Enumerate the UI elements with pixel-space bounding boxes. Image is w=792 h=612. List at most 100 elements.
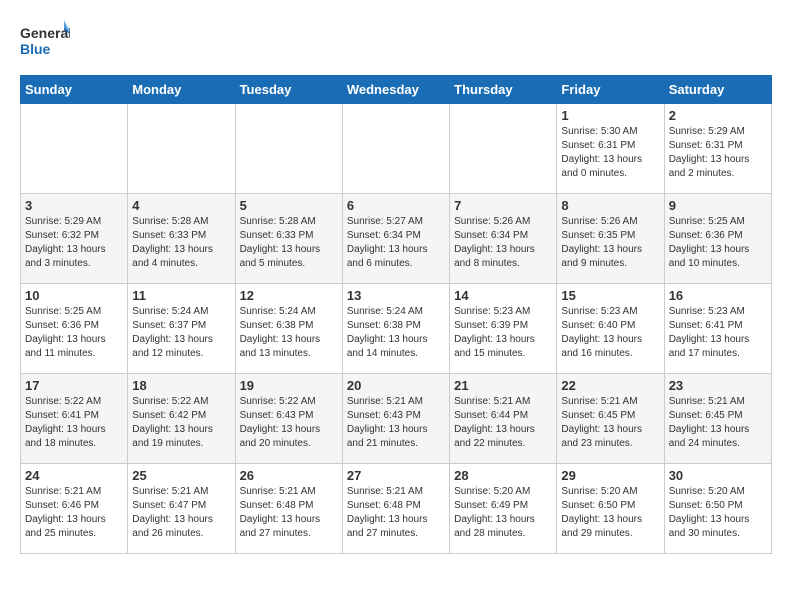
- day-info: Sunrise: 5:20 AMSunset: 6:50 PMDaylight:…: [561, 485, 659, 541]
- day-number: 19: [240, 378, 338, 393]
- weekday-header-tuesday: Tuesday: [235, 76, 342, 104]
- day-number: 2: [669, 108, 767, 123]
- page-header: General Blue: [20, 20, 772, 65]
- calendar-cell: 4 Sunrise: 5:28 AMSunset: 6:33 PMDaylight…: [128, 194, 235, 284]
- calendar-week-4: 17 Sunrise: 5:22 AMSunset: 6:41 PMDayligh…: [21, 374, 772, 464]
- calendar-cell: 20 Sunrise: 5:21 AMSunset: 6:43 PMDayligh…: [342, 374, 449, 464]
- day-info: Sunrise: 5:20 AMSunset: 6:50 PMDaylight:…: [669, 485, 767, 541]
- calendar-cell: [450, 104, 557, 194]
- day-info: Sunrise: 5:27 AMSunset: 6:34 PMDaylight:…: [347, 215, 445, 271]
- day-number: 15: [561, 288, 659, 303]
- day-number: 20: [347, 378, 445, 393]
- day-info: Sunrise: 5:24 AMSunset: 6:37 PMDaylight:…: [132, 305, 230, 361]
- calendar-cell: 12 Sunrise: 5:24 AMSunset: 6:38 PMDayligh…: [235, 284, 342, 374]
- day-info: Sunrise: 5:21 AMSunset: 6:48 PMDaylight:…: [347, 485, 445, 541]
- day-number: 13: [347, 288, 445, 303]
- calendar-cell: 7 Sunrise: 5:26 AMSunset: 6:34 PMDaylight…: [450, 194, 557, 284]
- day-number: 25: [132, 468, 230, 483]
- day-number: 14: [454, 288, 552, 303]
- calendar-cell: 28Sunrise: 5:20 AMSunset: 6:49 PMDayligh…: [450, 464, 557, 554]
- logo: General Blue: [20, 20, 70, 65]
- weekday-header-monday: Monday: [128, 76, 235, 104]
- calendar-cell: 16Sunrise: 5:23 AMSunset: 6:41 PMDayligh…: [664, 284, 771, 374]
- calendar-week-2: 3 Sunrise: 5:29 AMSunset: 6:32 PMDaylight…: [21, 194, 772, 284]
- calendar-week-1: 1 Sunrise: 5:30 AMSunset: 6:31 PMDaylight…: [21, 104, 772, 194]
- calendar-cell: 10 Sunrise: 5:25 AMSunset: 6:36 PMDayligh…: [21, 284, 128, 374]
- day-info: Sunrise: 5:21 AMSunset: 6:47 PMDaylight:…: [132, 485, 230, 541]
- weekday-header-sunday: Sunday: [21, 76, 128, 104]
- calendar-cell: 30 Sunrise: 5:20 AMSunset: 6:50 PMDayligh…: [664, 464, 771, 554]
- calendar-cell: [235, 104, 342, 194]
- calendar-cell: 1 Sunrise: 5:30 AMSunset: 6:31 PMDaylight…: [557, 104, 664, 194]
- day-info: Sunrise: 5:24 AMSunset: 6:38 PMDaylight:…: [240, 305, 338, 361]
- day-number: 5: [240, 198, 338, 213]
- calendar-cell: 11Sunrise: 5:24 AMSunset: 6:37 PMDayligh…: [128, 284, 235, 374]
- svg-text:Blue: Blue: [20, 41, 51, 57]
- calendar-cell: 19 Sunrise: 5:22 AMSunset: 6:43 PMDayligh…: [235, 374, 342, 464]
- calendar-cell: 13 Sunrise: 5:24 AMSunset: 6:38 PMDayligh…: [342, 284, 449, 374]
- day-number: 8: [561, 198, 659, 213]
- calendar-cell: 5Sunrise: 5:28 AMSunset: 6:33 PMDaylight…: [235, 194, 342, 284]
- weekday-header-thursday: Thursday: [450, 76, 557, 104]
- day-info: Sunrise: 5:26 AMSunset: 6:34 PMDaylight:…: [454, 215, 552, 271]
- calendar-cell: 2 Sunrise: 5:29 AMSunset: 6:31 PMDaylight…: [664, 104, 771, 194]
- calendar-cell: 24Sunrise: 5:21 AMSunset: 6:46 PMDayligh…: [21, 464, 128, 554]
- weekday-header-friday: Friday: [557, 76, 664, 104]
- day-info: Sunrise: 5:21 AMSunset: 6:45 PMDaylight:…: [561, 395, 659, 451]
- calendar-cell: 3 Sunrise: 5:29 AMSunset: 6:32 PMDaylight…: [21, 194, 128, 284]
- day-info: Sunrise: 5:30 AMSunset: 6:31 PMDaylight:…: [561, 125, 659, 181]
- day-number: 7: [454, 198, 552, 213]
- day-number: 21: [454, 378, 552, 393]
- day-number: 3: [25, 198, 123, 213]
- calendar-cell: [21, 104, 128, 194]
- day-number: 1: [561, 108, 659, 123]
- day-info: Sunrise: 5:29 AMSunset: 6:31 PMDaylight:…: [669, 125, 767, 181]
- day-number: 28: [454, 468, 552, 483]
- calendar-cell: 27 Sunrise: 5:21 AMSunset: 6:48 PMDayligh…: [342, 464, 449, 554]
- day-info: Sunrise: 5:21 AMSunset: 6:48 PMDaylight:…: [240, 485, 338, 541]
- calendar-cell: 23 Sunrise: 5:21 AMSunset: 6:45 PMDayligh…: [664, 374, 771, 464]
- day-info: Sunrise: 5:23 AMSunset: 6:40 PMDaylight:…: [561, 305, 659, 361]
- logo-svg: General Blue: [20, 20, 70, 65]
- calendar-cell: [128, 104, 235, 194]
- day-number: 9: [669, 198, 767, 213]
- calendar-table: SundayMondayTuesdayWednesdayThursdayFrid…: [20, 75, 772, 554]
- day-info: Sunrise: 5:28 AMSunset: 6:33 PMDaylight:…: [132, 215, 230, 271]
- day-info: Sunrise: 5:24 AMSunset: 6:38 PMDaylight:…: [347, 305, 445, 361]
- calendar-cell: 21 Sunrise: 5:21 AMSunset: 6:44 PMDayligh…: [450, 374, 557, 464]
- day-number: 18: [132, 378, 230, 393]
- calendar-cell: 26Sunrise: 5:21 AMSunset: 6:48 PMDayligh…: [235, 464, 342, 554]
- day-info: Sunrise: 5:21 AMSunset: 6:44 PMDaylight:…: [454, 395, 552, 451]
- day-number: 4: [132, 198, 230, 213]
- weekday-header-wednesday: Wednesday: [342, 76, 449, 104]
- calendar-cell: 6 Sunrise: 5:27 AMSunset: 6:34 PMDaylight…: [342, 194, 449, 284]
- calendar-cell: 22 Sunrise: 5:21 AMSunset: 6:45 PMDayligh…: [557, 374, 664, 464]
- day-info: Sunrise: 5:22 AMSunset: 6:43 PMDaylight:…: [240, 395, 338, 451]
- calendar-cell: 15 Sunrise: 5:23 AMSunset: 6:40 PMDayligh…: [557, 284, 664, 374]
- calendar-cell: 17 Sunrise: 5:22 AMSunset: 6:41 PMDayligh…: [21, 374, 128, 464]
- calendar-cell: [342, 104, 449, 194]
- day-number: 17: [25, 378, 123, 393]
- day-number: 22: [561, 378, 659, 393]
- weekday-header-saturday: Saturday: [664, 76, 771, 104]
- day-number: 23: [669, 378, 767, 393]
- calendar-week-5: 24Sunrise: 5:21 AMSunset: 6:46 PMDayligh…: [21, 464, 772, 554]
- calendar-cell: 9Sunrise: 5:25 AMSunset: 6:36 PMDaylight…: [664, 194, 771, 284]
- day-number: 27: [347, 468, 445, 483]
- day-number: 30: [669, 468, 767, 483]
- day-number: 6: [347, 198, 445, 213]
- day-number: 24: [25, 468, 123, 483]
- calendar-cell: 18Sunrise: 5:22 AMSunset: 6:42 PMDayligh…: [128, 374, 235, 464]
- day-info: Sunrise: 5:21 AMSunset: 6:45 PMDaylight:…: [669, 395, 767, 451]
- calendar-cell: 8 Sunrise: 5:26 AMSunset: 6:35 PMDaylight…: [557, 194, 664, 284]
- day-info: Sunrise: 5:21 AMSunset: 6:43 PMDaylight:…: [347, 395, 445, 451]
- day-info: Sunrise: 5:22 AMSunset: 6:41 PMDaylight:…: [25, 395, 123, 451]
- day-info: Sunrise: 5:29 AMSunset: 6:32 PMDaylight:…: [25, 215, 123, 271]
- day-info: Sunrise: 5:25 AMSunset: 6:36 PMDaylight:…: [25, 305, 123, 361]
- svg-text:General: General: [20, 25, 70, 41]
- day-number: 10: [25, 288, 123, 303]
- day-number: 12: [240, 288, 338, 303]
- day-info: Sunrise: 5:26 AMSunset: 6:35 PMDaylight:…: [561, 215, 659, 271]
- day-number: 29: [561, 468, 659, 483]
- calendar-cell: 29 Sunrise: 5:20 AMSunset: 6:50 PMDayligh…: [557, 464, 664, 554]
